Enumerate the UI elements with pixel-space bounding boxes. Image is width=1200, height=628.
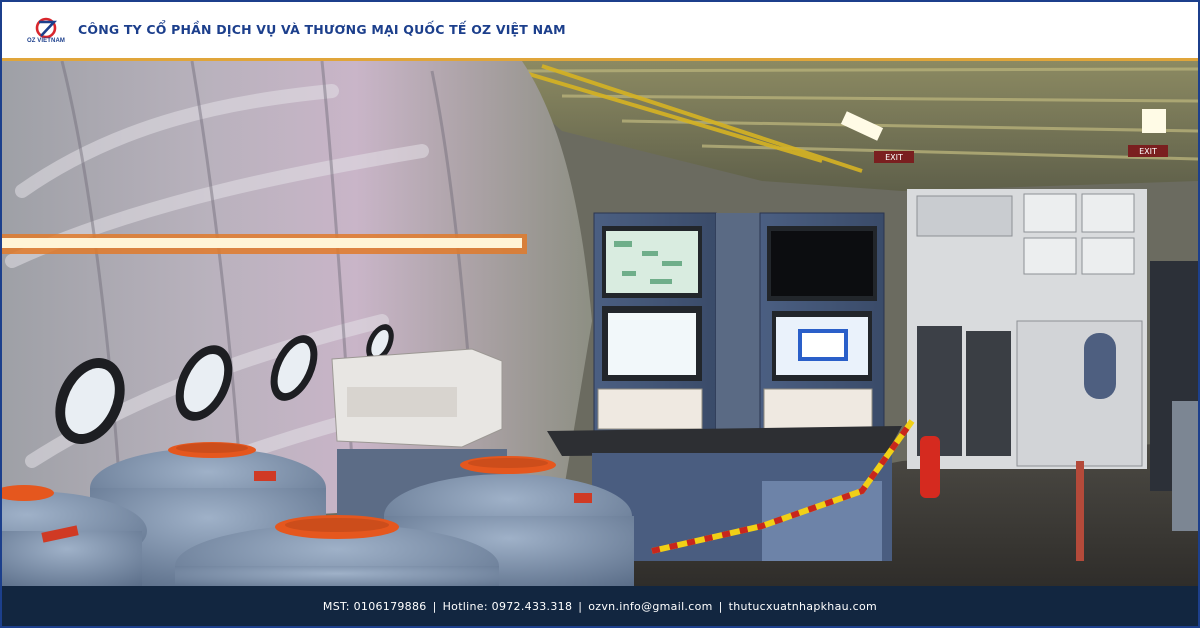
exit-sign-1: EXIT — [885, 153, 903, 162]
separator: | — [578, 600, 583, 613]
separator: | — [718, 600, 723, 613]
company-name: CÔNG TY CỔ PHẦN DỊCH VỤ VÀ THƯƠNG MẠI QU… — [78, 22, 566, 37]
hotline: Hotline: 0972.433.318 — [442, 600, 573, 613]
email-link[interactable]: ozvn.info@gmail.com — [588, 600, 712, 613]
tax-id: MST: 0106179886 — [322, 600, 427, 613]
footer-contact-bar: MST: 0106179886 | Hotline: 0972.433.318 | oz… — [2, 586, 1198, 626]
website-link[interactable]: thutucxuatnhapkhau.com — [729, 600, 877, 613]
header-bar: OZ VIETNAM CÔNG TY CỔ PHẦN DỊCH VỤ VÀ TH… — [2, 2, 1198, 61]
exit-sign-2: EXIT — [1139, 147, 1157, 156]
aircraft-cabin-photo: EXIT EXIT — [2, 61, 1198, 586]
logo-wordmark: OZ VIETNAM — [27, 38, 65, 44]
banner-frame: OZ VIETNAM CÔNG TY CỔ PHẦN DỊCH VỤ VÀ TH… — [0, 0, 1200, 628]
separator: | — [432, 600, 437, 613]
